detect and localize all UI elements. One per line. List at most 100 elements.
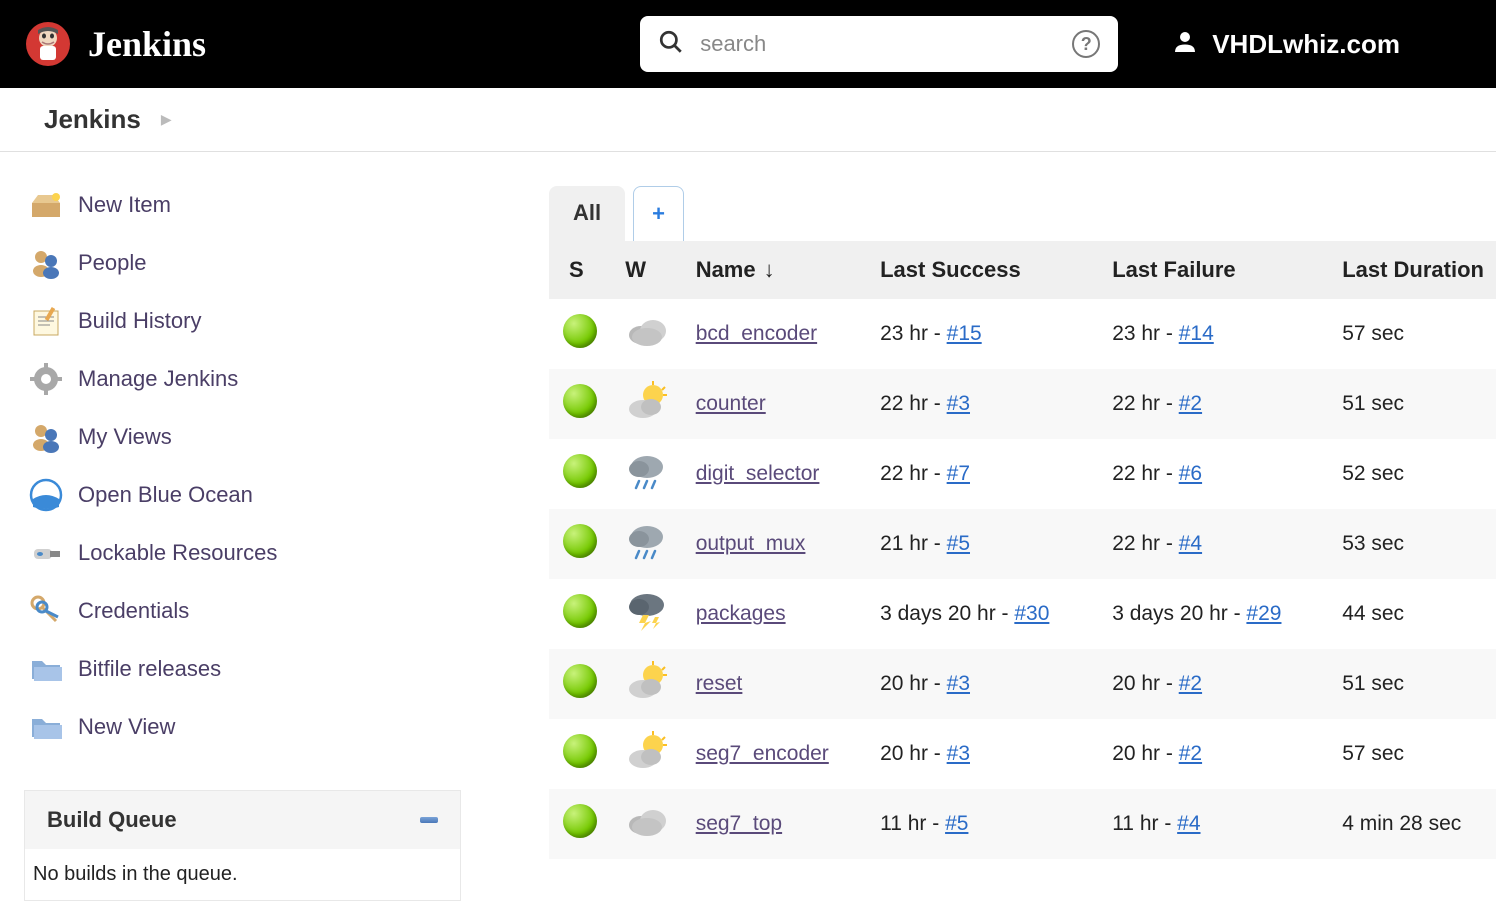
sidebar-item-label: Open Blue Ocean bbox=[78, 482, 253, 508]
job-link[interactable]: output_mux bbox=[696, 532, 806, 555]
status-ball-icon bbox=[563, 524, 597, 558]
main-content: All + S W Name↓ Last Success Last Failur… bbox=[485, 152, 1496, 901]
status-ball-icon bbox=[563, 454, 597, 488]
build-link[interactable]: #15 bbox=[947, 322, 982, 345]
build-link[interactable]: #2 bbox=[1179, 392, 1202, 415]
app-title: Jenkins bbox=[88, 23, 206, 65]
user-menu[interactable]: VHDLwhiz.com bbox=[1170, 27, 1400, 62]
build-link[interactable]: #4 bbox=[1179, 532, 1202, 555]
build-link[interactable]: #5 bbox=[947, 532, 970, 555]
build-link[interactable]: #2 bbox=[1179, 672, 1202, 695]
build-link[interactable]: #30 bbox=[1014, 602, 1049, 625]
job-table: S W Name↓ Last Success Last Failure Last… bbox=[549, 241, 1496, 859]
sidebar-item-label: Bitfile releases bbox=[78, 656, 221, 682]
sidebar-item-label: Lockable Resources bbox=[78, 540, 277, 566]
build-link[interactable]: #29 bbox=[1246, 602, 1281, 625]
status-ball-icon bbox=[563, 804, 597, 838]
sidebar: New Item People Build History Manage Jen… bbox=[0, 152, 485, 901]
build-link[interactable]: #5 bbox=[945, 812, 968, 835]
sidebar-item-my-views[interactable]: My Views bbox=[0, 408, 485, 466]
job-link[interactable]: reset bbox=[696, 672, 743, 695]
last-duration-cell: 57 sec bbox=[1330, 299, 1496, 369]
search-box[interactable]: ? bbox=[640, 16, 1118, 72]
gear-icon bbox=[28, 361, 64, 397]
col-header-last-success[interactable]: Last Success bbox=[868, 241, 1100, 299]
people-icon bbox=[28, 245, 64, 281]
last-failure-cell: 11 hr - #4 bbox=[1100, 789, 1330, 859]
job-row: packages 3 days 20 hr - #30 3 days 20 hr… bbox=[549, 579, 1496, 649]
build-link[interactable]: #7 bbox=[947, 462, 970, 485]
status-ball-icon bbox=[563, 664, 597, 698]
col-header-last-failure[interactable]: Last Failure bbox=[1100, 241, 1330, 299]
job-link[interactable]: seg7_encoder bbox=[696, 742, 829, 765]
sidebar-item-open-blue-ocean[interactable]: Open Blue Ocean bbox=[0, 466, 485, 524]
tab-add-view[interactable]: + bbox=[633, 186, 684, 241]
last-duration-cell: 53 sec bbox=[1330, 509, 1496, 579]
status-ball-icon bbox=[563, 384, 597, 418]
sidebar-item-new-item[interactable]: New Item bbox=[0, 176, 485, 234]
sidebar-item-credentials[interactable]: Credentials bbox=[0, 582, 485, 640]
last-success-cell: 21 hr - #5 bbox=[868, 509, 1100, 579]
folder-icon bbox=[28, 651, 64, 687]
usb-icon bbox=[28, 535, 64, 571]
last-failure-cell: 22 hr - #4 bbox=[1100, 509, 1330, 579]
build-link[interactable]: #14 bbox=[1179, 322, 1214, 345]
last-duration-cell: 4 min 28 sec bbox=[1330, 789, 1496, 859]
col-header-weather[interactable]: W bbox=[613, 241, 683, 299]
weather-cloudy-icon bbox=[625, 801, 669, 841]
last-success-cell: 11 hr - #5 bbox=[868, 789, 1100, 859]
job-link[interactable]: digit_selector bbox=[696, 462, 820, 485]
breadcrumb-root[interactable]: Jenkins bbox=[44, 104, 141, 135]
logo[interactable]: Jenkins bbox=[24, 20, 206, 68]
sidebar-item-lockable-resources[interactable]: Lockable Resources bbox=[0, 524, 485, 582]
job-link[interactable]: counter bbox=[696, 392, 766, 415]
sidebar-item-build-history[interactable]: Build History bbox=[0, 292, 485, 350]
jenkins-logo-icon bbox=[24, 20, 72, 68]
status-ball-icon bbox=[563, 314, 597, 348]
build-link[interactable]: #3 bbox=[947, 392, 970, 415]
job-link[interactable]: packages bbox=[696, 602, 786, 625]
folder-icon bbox=[28, 709, 64, 745]
build-link[interactable]: #3 bbox=[947, 742, 970, 765]
col-header-status[interactable]: S bbox=[549, 241, 613, 299]
tab-all[interactable]: All bbox=[549, 186, 625, 241]
last-duration-cell: 51 sec bbox=[1330, 369, 1496, 439]
help-icon[interactable]: ? bbox=[1072, 30, 1100, 58]
last-duration-cell: 52 sec bbox=[1330, 439, 1496, 509]
last-success-cell: 20 hr - #3 bbox=[868, 649, 1100, 719]
build-link[interactable]: #4 bbox=[1177, 812, 1200, 835]
job-row: counter 22 hr - #3 22 hr - #2 51 sec bbox=[549, 369, 1496, 439]
last-failure-cell: 20 hr - #2 bbox=[1100, 649, 1330, 719]
last-success-cell: 22 hr - #3 bbox=[868, 369, 1100, 439]
sidebar-item-label: New View bbox=[78, 714, 175, 740]
notepad-icon bbox=[28, 303, 64, 339]
sidebar-item-bitfile-releases[interactable]: Bitfile releases bbox=[0, 640, 485, 698]
sidebar-item-label: People bbox=[78, 250, 147, 276]
search-icon bbox=[658, 29, 684, 60]
box-icon bbox=[28, 187, 64, 223]
sidebar-item-label: New Item bbox=[78, 192, 171, 218]
sidebar-item-manage-jenkins[interactable]: Manage Jenkins bbox=[0, 350, 485, 408]
weather-partly-icon bbox=[625, 661, 669, 701]
col-header-last-duration[interactable]: Last Duration bbox=[1330, 241, 1496, 299]
sidebar-item-new-view[interactable]: New View bbox=[0, 698, 485, 756]
build-link[interactable]: #2 bbox=[1179, 742, 1202, 765]
build-link[interactable]: #3 bbox=[947, 672, 970, 695]
view-tabs: All + bbox=[549, 186, 1496, 241]
sidebar-item-people[interactable]: People bbox=[0, 234, 485, 292]
col-header-name[interactable]: Name↓ bbox=[684, 241, 868, 299]
weather-cloudy-icon bbox=[625, 311, 669, 351]
build-queue-header[interactable]: Build Queue bbox=[25, 791, 460, 849]
collapse-icon[interactable] bbox=[420, 817, 438, 823]
job-row: output_mux 21 hr - #5 22 hr - #4 53 sec bbox=[549, 509, 1496, 579]
sidebar-item-label: Build History bbox=[78, 308, 201, 334]
search-input[interactable] bbox=[700, 31, 1056, 57]
last-success-cell: 20 hr - #3 bbox=[868, 719, 1100, 789]
last-duration-cell: 44 sec bbox=[1330, 579, 1496, 649]
last-failure-cell: 20 hr - #2 bbox=[1100, 719, 1330, 789]
job-link[interactable]: bcd_encoder bbox=[696, 322, 817, 345]
build-link[interactable]: #6 bbox=[1179, 462, 1202, 485]
job-link[interactable]: seg7_top bbox=[696, 812, 782, 835]
job-row: bcd_encoder 23 hr - #15 23 hr - #14 57 s… bbox=[549, 299, 1496, 369]
user-icon bbox=[1170, 27, 1200, 62]
